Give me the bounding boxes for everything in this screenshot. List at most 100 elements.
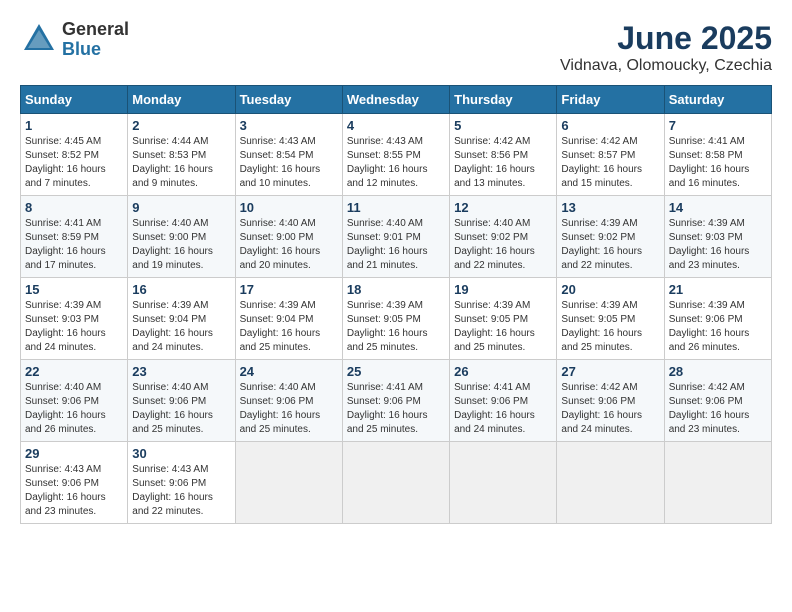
calendar-day-cell: 7 Sunrise: 4:41 AM Sunset: 8:58 PM Daylig… (664, 114, 771, 196)
day-number: 28 (669, 364, 767, 379)
day-number: 25 (347, 364, 445, 379)
day-info: Sunrise: 4:43 AM Sunset: 9:06 PM Dayligh… (132, 463, 230, 519)
day-info: Sunrise: 4:40 AM Sunset: 9:02 PM Dayligh… (454, 217, 552, 273)
calendar-day-cell: 29Sunrise: 4:43 AM Sunset: 9:06 PM Dayli… (21, 442, 128, 524)
day-info: Sunrise: 4:39 AM Sunset: 9:06 PM Dayligh… (669, 299, 767, 355)
day-info: Sunrise: 4:42 AM Sunset: 8:57 PM Dayligh… (561, 135, 659, 191)
day-info: Sunrise: 4:40 AM Sunset: 9:06 PM Dayligh… (25, 381, 123, 437)
day-info: Sunrise: 4:41 AM Sunset: 8:58 PM Dayligh… (669, 135, 767, 191)
calendar-day-cell: 28 Sunrise: 4:42 AM Sunset: 9:06 PM Dayli… (664, 360, 771, 442)
day-number: 7 (669, 118, 767, 133)
day-info: Sunrise: 4:40 AM Sunset: 9:06 PM Dayligh… (132, 381, 230, 437)
day-number: 21 (669, 282, 767, 297)
logo-general: General (62, 20, 129, 40)
calendar-day-cell: 1Sunrise: 4:45 AM Sunset: 8:52 PM Daylig… (21, 114, 128, 196)
calendar-day-cell: 18Sunrise: 4:39 AM Sunset: 9:05 PM Dayli… (342, 278, 449, 360)
calendar-day-cell: 19 Sunrise: 4:39 AM Sunset: 9:05 PM Dayli… (450, 278, 557, 360)
day-number: 8 (25, 200, 123, 215)
calendar-day-cell: 17 Sunrise: 4:39 AM Sunset: 9:04 PM Dayli… (235, 278, 342, 360)
page-header: General Blue June 2025 Vidnava, Olomouck… (20, 20, 772, 75)
calendar-week-5: 29 Sunrise: 4:43 AM Sunset: 9:06 PM Dayli… (21, 442, 772, 524)
day-number: 10 (240, 200, 338, 215)
calendar-day-cell: 8Sunrise: 4:41 AM Sunset: 8:59 PM Daylig… (21, 196, 128, 278)
col-header-wednesday: Wednesday (342, 86, 449, 114)
day-info: Sunrise: 4:43 AM Sunset: 8:55 PM Dayligh… (347, 135, 445, 191)
location-subtitle: Vidnava, Olomoucky, Czechia (560, 57, 772, 75)
calendar-day-cell: 4 Sunrise: 4:43 AM Sunset: 8:55 PM Daylig… (342, 114, 449, 196)
day-number: 13 (561, 200, 659, 215)
day-number: 23 (132, 364, 230, 379)
calendar-day-cell: 5 Sunrise: 4:42 AM Sunset: 8:56 PM Daylig… (450, 114, 557, 196)
calendar-week-4: 22 Sunrise: 4:40 AM Sunset: 9:06 PM Dayli… (21, 360, 772, 442)
calendar-day-cell: 25 Sunrise: 4:41 AM Sunset: 9:06 PM Dayli… (342, 360, 449, 442)
day-info: Sunrise: 4:40 AM Sunset: 9:06 PM Dayligh… (240, 381, 338, 437)
col-header-tuesday: Tuesday (235, 86, 342, 114)
calendar-day-cell (664, 442, 771, 524)
day-info: Sunrise: 4:41 AM Sunset: 9:06 PM Dayligh… (454, 381, 552, 437)
day-number: 11 (347, 200, 445, 215)
day-number: 27 (561, 364, 659, 379)
calendar-day-cell: 6 Sunrise: 4:42 AM Sunset: 8:57 PM Daylig… (557, 114, 664, 196)
day-number: 2 (132, 118, 230, 133)
day-number: 5 (454, 118, 552, 133)
calendar-day-cell (450, 442, 557, 524)
month-title: June 2025 (560, 20, 772, 57)
calendar-day-cell: 20 Sunrise: 4:39 AM Sunset: 9:05 PM Dayli… (557, 278, 664, 360)
calendar-week-3: 15Sunrise: 4:39 AM Sunset: 9:03 PM Dayli… (21, 278, 772, 360)
calendar-day-cell: 15Sunrise: 4:39 AM Sunset: 9:03 PM Dayli… (21, 278, 128, 360)
day-info: Sunrise: 4:41 AM Sunset: 9:06 PM Dayligh… (347, 381, 445, 437)
calendar-day-cell: 10Sunrise: 4:40 AM Sunset: 9:00 PM Dayli… (235, 196, 342, 278)
day-info: Sunrise: 4:39 AM Sunset: 9:05 PM Dayligh… (454, 299, 552, 355)
day-number: 24 (240, 364, 338, 379)
day-number: 3 (240, 118, 338, 133)
calendar-day-cell: 12 Sunrise: 4:40 AM Sunset: 9:02 PM Dayli… (450, 196, 557, 278)
col-header-friday: Friday (557, 86, 664, 114)
day-number: 30 (132, 446, 230, 461)
day-number: 29 (25, 446, 123, 461)
day-info: Sunrise: 4:40 AM Sunset: 9:00 PM Dayligh… (132, 217, 230, 273)
calendar-day-cell: 2 Sunrise: 4:44 AM Sunset: 8:53 PM Daylig… (128, 114, 235, 196)
day-info: Sunrise: 4:39 AM Sunset: 9:02 PM Dayligh… (561, 217, 659, 273)
calendar-day-cell: 24 Sunrise: 4:40 AM Sunset: 9:06 PM Dayli… (235, 360, 342, 442)
calendar-table: SundayMondayTuesdayWednesdayThursdayFrid… (20, 85, 772, 524)
calendar-day-cell: 11Sunrise: 4:40 AM Sunset: 9:01 PM Dayli… (342, 196, 449, 278)
col-header-monday: Monday (128, 86, 235, 114)
day-number: 18 (347, 282, 445, 297)
logo-icon (20, 20, 58, 58)
calendar-day-cell: 3Sunrise: 4:43 AM Sunset: 8:54 PM Daylig… (235, 114, 342, 196)
calendar-day-cell: 30 Sunrise: 4:43 AM Sunset: 9:06 PM Dayli… (128, 442, 235, 524)
day-number: 26 (454, 364, 552, 379)
logo: General Blue (20, 20, 129, 60)
day-number: 22 (25, 364, 123, 379)
calendar-day-cell (342, 442, 449, 524)
calendar-day-cell (557, 442, 664, 524)
day-number: 14 (669, 200, 767, 215)
day-number: 17 (240, 282, 338, 297)
col-header-saturday: Saturday (664, 86, 771, 114)
day-number: 1 (25, 118, 123, 133)
day-number: 4 (347, 118, 445, 133)
day-number: 6 (561, 118, 659, 133)
day-number: 9 (132, 200, 230, 215)
day-info: Sunrise: 4:44 AM Sunset: 8:53 PM Dayligh… (132, 135, 230, 191)
calendar-day-cell: 22 Sunrise: 4:40 AM Sunset: 9:06 PM Dayli… (21, 360, 128, 442)
day-number: 16 (132, 282, 230, 297)
day-info: Sunrise: 4:42 AM Sunset: 9:06 PM Dayligh… (561, 381, 659, 437)
day-number: 19 (454, 282, 552, 297)
day-info: Sunrise: 4:39 AM Sunset: 9:05 PM Dayligh… (561, 299, 659, 355)
day-info: Sunrise: 4:42 AM Sunset: 8:56 PM Dayligh… (454, 135, 552, 191)
day-info: Sunrise: 4:42 AM Sunset: 9:06 PM Dayligh… (669, 381, 767, 437)
day-number: 12 (454, 200, 552, 215)
calendar-day-cell: 21 Sunrise: 4:39 AM Sunset: 9:06 PM Dayli… (664, 278, 771, 360)
col-header-thursday: Thursday (450, 86, 557, 114)
day-info: Sunrise: 4:39 AM Sunset: 9:04 PM Dayligh… (240, 299, 338, 355)
calendar-day-cell: 13 Sunrise: 4:39 AM Sunset: 9:02 PM Dayli… (557, 196, 664, 278)
logo-blue: Blue (62, 40, 129, 60)
day-info: Sunrise: 4:39 AM Sunset: 9:03 PM Dayligh… (669, 217, 767, 273)
calendar-day-cell: 27 Sunrise: 4:42 AM Sunset: 9:06 PM Dayli… (557, 360, 664, 442)
calendar-day-cell: 23 Sunrise: 4:40 AM Sunset: 9:06 PM Dayli… (128, 360, 235, 442)
calendar-week-1: 1Sunrise: 4:45 AM Sunset: 8:52 PM Daylig… (21, 114, 772, 196)
col-header-sunday: Sunday (21, 86, 128, 114)
day-number: 20 (561, 282, 659, 297)
day-number: 15 (25, 282, 123, 297)
